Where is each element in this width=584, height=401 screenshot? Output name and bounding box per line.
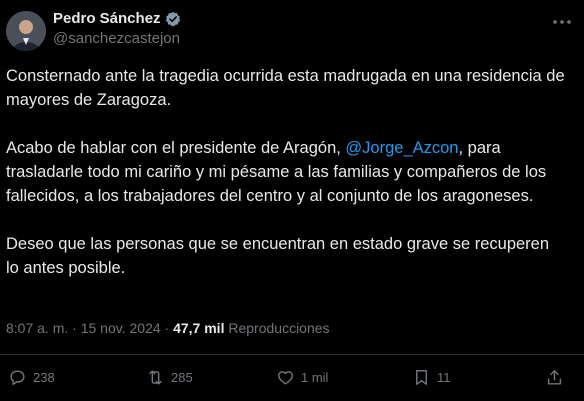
tweet-paragraph-1: Consternado ante la tragedia ocurrida es…: [6, 67, 565, 109]
author-name[interactable]: Pedro Sánchez: [53, 10, 161, 27]
share-button[interactable]: [545, 368, 570, 387]
retweet-icon: [149, 370, 162, 385]
like-icon: [278, 371, 293, 385]
action-bar: 238 285 1 mil 11: [0, 368, 584, 394]
retweet-count: 285: [171, 370, 193, 385]
verified-badge-icon: [165, 11, 181, 27]
tweet-paragraph-2: Acabo de hablar con el presidente de Ara…: [6, 136, 566, 208]
more-icon[interactable]: [552, 14, 572, 24]
reply-count: 238: [33, 370, 55, 385]
reply-button[interactable]: 238: [8, 368, 55, 387]
author-name-row[interactable]: Pedro Sánchez: [53, 10, 181, 27]
mention-link[interactable]: @Jorge_Azcon: [345, 139, 458, 157]
tweet-meta: 8:07 a. m. · 15 nov. 2024 · 47,7 mil Rep…: [6, 320, 330, 336]
share-icon: [547, 370, 562, 385]
tweet-text-fragment: Acabo de hablar con el presidente de Ara…: [6, 139, 346, 157]
views-count: 47,7 mil: [173, 320, 225, 336]
meta-separator: ·: [68, 320, 81, 336]
like-count: 1 mil: [301, 370, 329, 385]
divider: [0, 354, 584, 355]
avatar[interactable]: [6, 11, 46, 51]
bookmark-button[interactable]: 11: [412, 368, 451, 387]
bookmark-count: 11: [437, 370, 451, 385]
views-label: Reproducciones: [228, 320, 330, 336]
retweet-button[interactable]: 285: [146, 368, 193, 387]
tweet-date[interactable]: 15 nov. 2024: [81, 320, 161, 336]
avatar-image: [6, 11, 46, 51]
like-button[interactable]: 1 mil: [276, 368, 328, 387]
tweet-time[interactable]: 8:07 a. m.: [6, 320, 68, 336]
bookmark-icon: [416, 370, 427, 385]
tweet-text: Consternado ante la tragedia ocurrida es…: [6, 64, 566, 304]
meta-separator: ·: [160, 320, 174, 336]
reply-icon: [10, 370, 25, 385]
tweet-paragraph-3: Deseo que las personas que se encuentran…: [6, 235, 550, 277]
author-handle[interactable]: @sanchezcastejon: [53, 30, 180, 47]
